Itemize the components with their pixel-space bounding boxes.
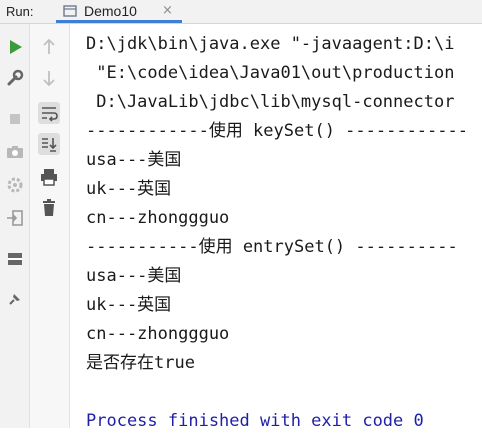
right-toolbar bbox=[30, 24, 70, 428]
arrow-up-icon[interactable] bbox=[38, 36, 60, 58]
left-toolbar bbox=[0, 24, 30, 428]
arrow-down-icon[interactable] bbox=[38, 67, 60, 89]
console-line: uk---英国 bbox=[86, 179, 172, 199]
soft-wrap-icon[interactable] bbox=[38, 102, 60, 124]
login-icon[interactable] bbox=[4, 207, 26, 229]
console-line: 是否存在true bbox=[86, 353, 195, 373]
close-icon[interactable]: × bbox=[162, 3, 173, 18]
console-line: D:\jdk\bin\java.exe "-javaagent:D:\i bbox=[86, 34, 455, 54]
run-label: Run: bbox=[6, 4, 34, 19]
pin-icon[interactable] bbox=[4, 288, 26, 310]
console-line: cn---zhonggguo bbox=[86, 324, 230, 344]
run-config-icon bbox=[63, 5, 77, 17]
console-line: usa---美国 bbox=[86, 150, 182, 170]
stop-icon[interactable] bbox=[4, 108, 26, 130]
run-icon[interactable] bbox=[4, 36, 26, 58]
console-line: D:\JavaLib\jdbc\lib\mysql-connector bbox=[86, 92, 455, 112]
tab-title: Demo10 bbox=[84, 3, 137, 19]
gear-icon[interactable] bbox=[4, 174, 26, 196]
camera-icon[interactable] bbox=[4, 141, 26, 163]
console-line: cn---zhonggguo bbox=[86, 208, 230, 228]
console-line: usa---美国 bbox=[86, 266, 182, 286]
console-line: uk---英国 bbox=[86, 295, 172, 315]
console-line: ------------使用 keySet() ------------ bbox=[86, 121, 468, 141]
run-tool-window-header: Run: Demo10 × bbox=[0, 0, 482, 24]
layout-icon[interactable] bbox=[4, 248, 26, 270]
print-icon[interactable] bbox=[38, 166, 60, 188]
process-finished-line: Process finished with exit code 0 bbox=[86, 411, 424, 431]
scroll-to-end-icon[interactable] bbox=[38, 133, 60, 155]
wrench-icon[interactable] bbox=[4, 67, 26, 89]
console-output[interactable]: D:\jdk\bin\java.exe "-javaagent:D:\i "E:… bbox=[86, 30, 482, 436]
tab-demo10[interactable]: Demo10 × bbox=[56, 0, 182, 23]
trash-icon[interactable] bbox=[38, 197, 60, 219]
console-line: "E:\code\idea\Java01\out\production bbox=[86, 63, 455, 83]
console-line: -----------使用 entrySet() ---------- bbox=[86, 237, 458, 257]
